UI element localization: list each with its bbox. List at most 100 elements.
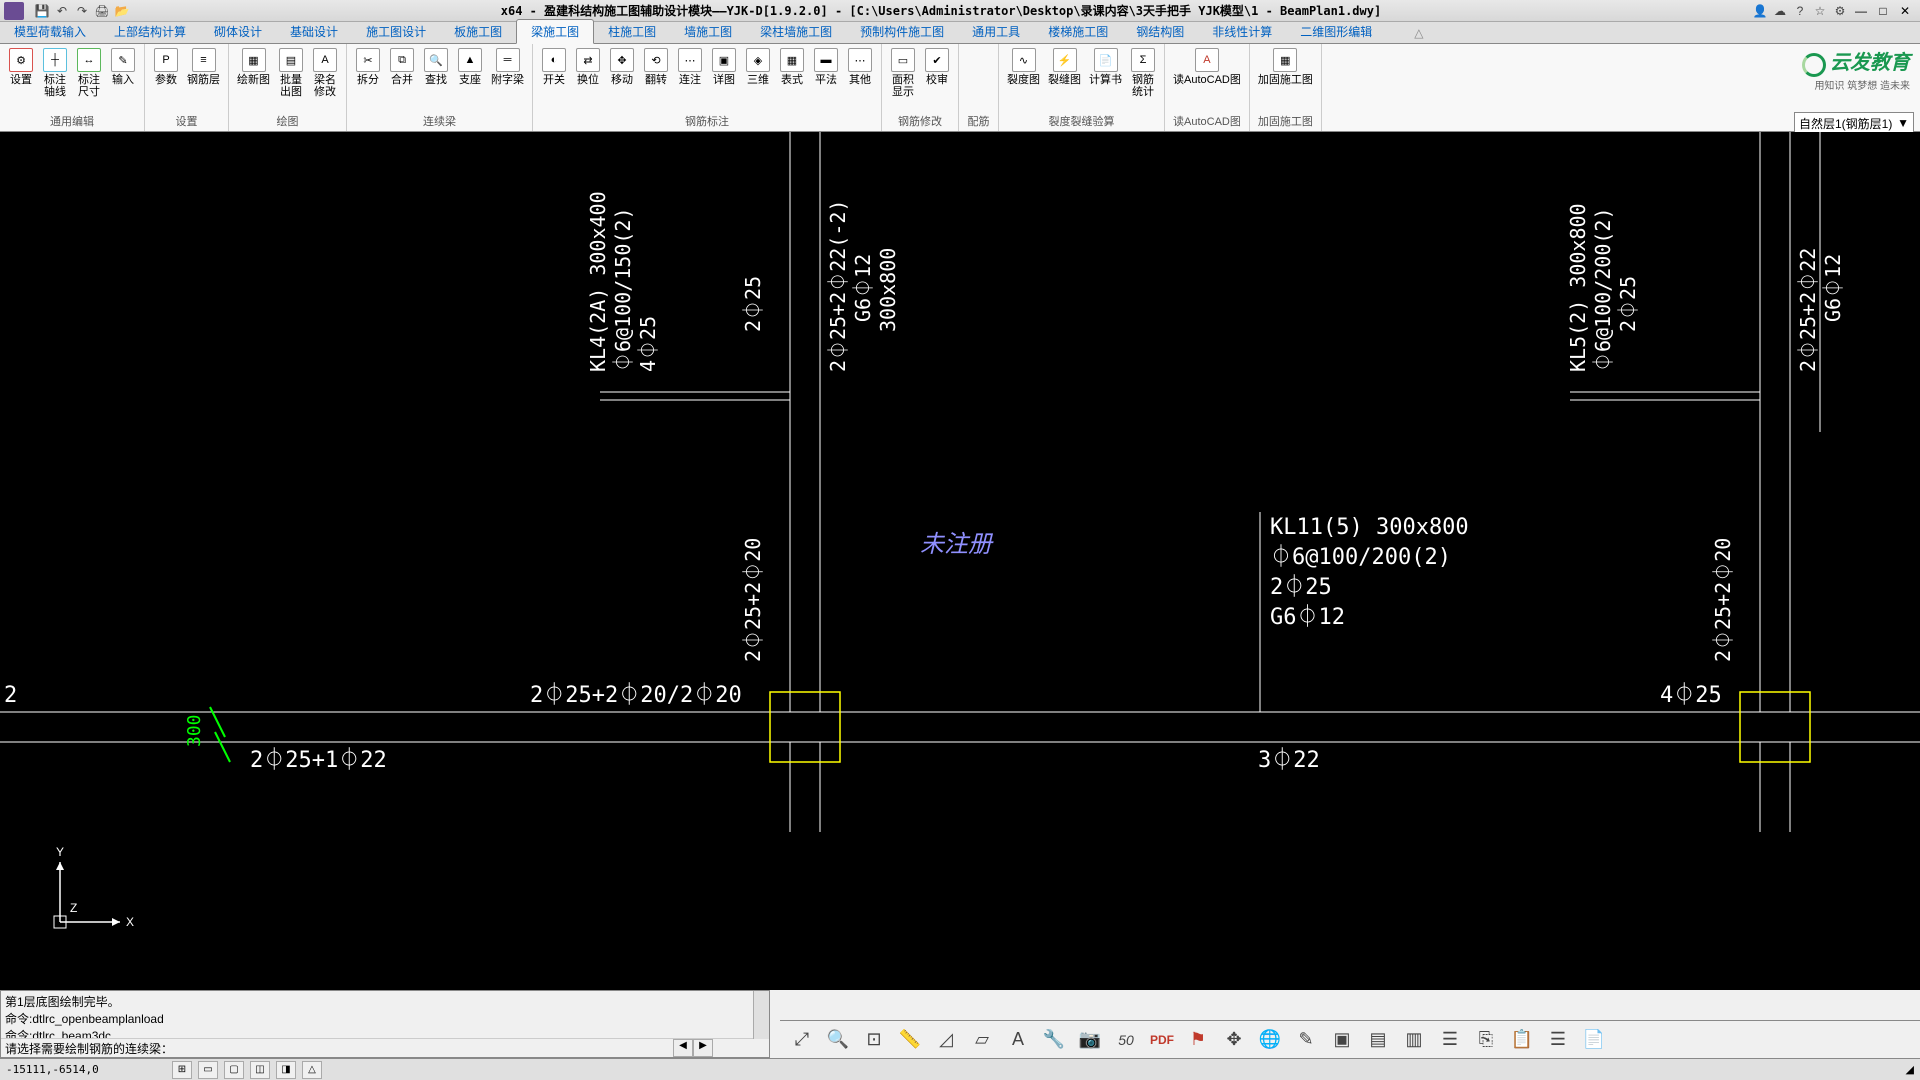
wrench-icon[interactable]: 🔧 xyxy=(1040,1026,1068,1054)
rb-subbeam[interactable]: ═附字梁 xyxy=(487,46,528,88)
rb-merge[interactable]: ⧉合并 xyxy=(385,46,419,88)
rb-table[interactable]: ▦表式 xyxy=(775,46,809,88)
rb-rename[interactable]: A梁名 修改 xyxy=(308,46,342,100)
save-icon[interactable]: 💾 xyxy=(34,3,50,19)
rb-defl[interactable]: ∿裂度图 xyxy=(1003,46,1044,88)
tab-2[interactable]: 砌体设计 xyxy=(200,20,276,43)
list-icon[interactable]: ☰ xyxy=(1544,1026,1572,1054)
tab-5[interactable]: 板施工图 xyxy=(440,20,516,43)
zoom-extents-icon[interactable]: ⤢ xyxy=(788,1026,816,1054)
rb-check[interactable]: ✔校审 xyxy=(920,46,954,88)
pencil-icon[interactable]: ✎ xyxy=(1292,1026,1320,1054)
rb-detail[interactable]: ▣详图 xyxy=(707,46,741,88)
close-button[interactable]: ✕ xyxy=(1896,3,1914,19)
layer1-icon[interactable]: ▣ xyxy=(1328,1026,1356,1054)
maximize-button[interactable]: □ xyxy=(1874,3,1892,19)
tab-1[interactable]: 上部结构计算 xyxy=(100,20,200,43)
tab-4[interactable]: 施工图设计 xyxy=(352,20,440,43)
minimize-button[interactable]: — xyxy=(1852,3,1870,19)
svg-text:G6⏀12: G6⏀12 xyxy=(1270,604,1345,630)
rb-input[interactable]: ✎输入 xyxy=(106,46,140,88)
measure-area-icon[interactable]: ▱ xyxy=(968,1026,996,1054)
rb-dim[interactable]: ↔标注 尺寸 xyxy=(72,46,106,100)
undo-icon[interactable]: ↶ xyxy=(54,3,70,19)
cmdlog-vscroll[interactable] xyxy=(753,991,769,1039)
layer3-icon[interactable]: ▥ xyxy=(1400,1026,1428,1054)
tab-10[interactable]: 预制构件施工图 xyxy=(846,20,958,43)
cmdlog-hscroll[interactable]: ◀▶ xyxy=(673,1039,753,1057)
tab-15[interactable]: 二维图形编辑 xyxy=(1286,20,1386,43)
layer2-icon[interactable]: ▤ xyxy=(1364,1026,1392,1054)
rb-area[interactable]: ▭面积 显示 xyxy=(886,46,920,100)
flag-icon[interactable]: ⚑ xyxy=(1184,1026,1212,1054)
text-tool-icon[interactable]: A xyxy=(1004,1026,1032,1054)
rb-toggle[interactable]: ◐开关 xyxy=(537,46,571,88)
resize-grip[interactable]: ◢ xyxy=(1906,1063,1914,1076)
rb-calc[interactable]: 📄计算书 xyxy=(1085,46,1126,88)
zoom-in-icon[interactable]: 🔍 xyxy=(824,1026,852,1054)
measure-dist-icon[interactable]: 📏 xyxy=(896,1026,924,1054)
open-icon[interactable]: 📂 xyxy=(114,3,130,19)
gear-icon[interactable]: ⚙ xyxy=(1832,3,1848,19)
rb-cont[interactable]: ⋯连注 xyxy=(673,46,707,88)
rb-flip[interactable]: ⟲翻转 xyxy=(639,46,673,88)
camera-icon[interactable]: 📷 xyxy=(1076,1026,1104,1054)
rb-params[interactable]: P参数 xyxy=(149,46,183,88)
measure-angle-icon[interactable]: ◿ xyxy=(932,1026,960,1054)
snap-btn-0[interactable]: ⊞ xyxy=(172,1061,192,1079)
snap-btn-3[interactable]: ◫ xyxy=(250,1061,270,1079)
tab-9[interactable]: 梁柱墙施工图 xyxy=(746,20,846,43)
doc-icon[interactable]: 📄 xyxy=(1580,1026,1608,1054)
move-xy-icon[interactable]: ✥ xyxy=(1220,1026,1248,1054)
snap-btn-5[interactable]: △ xyxy=(302,1061,322,1079)
tab-0[interactable]: 模型荷载输入 xyxy=(0,20,100,43)
layers-icon[interactable]: ☰ xyxy=(1436,1026,1464,1054)
svg-text:⏀6@100/200(2): ⏀6@100/200(2) xyxy=(1591,208,1615,373)
rb-swap[interactable]: ⇄换位 xyxy=(571,46,605,88)
tab-8[interactable]: 墙施工图 xyxy=(670,20,746,43)
rb-axis[interactable]: ┼标注 轴线 xyxy=(38,46,72,100)
globe-icon[interactable]: 🌐 xyxy=(1256,1026,1284,1054)
tab-14[interactable]: 非线性计算 xyxy=(1198,20,1286,43)
rb-reinforce[interactable]: ▦加固施工图 xyxy=(1254,46,1317,88)
print-icon[interactable]: 🖨 xyxy=(94,3,110,19)
pdf-icon[interactable]: PDF xyxy=(1148,1026,1176,1054)
snap-btn-4[interactable]: ◨ xyxy=(276,1061,296,1079)
menu-tabs: 模型荷载输入 上部结构计算 砌体设计 基础设计 施工图设计 板施工图 梁施工图 … xyxy=(0,22,1920,44)
tab-12[interactable]: 楼梯施工图 xyxy=(1034,20,1122,43)
ribbon-collapse[interactable]: △ xyxy=(1406,23,1431,43)
redo-icon[interactable]: ↷ xyxy=(74,3,90,19)
star-icon[interactable]: ☆ xyxy=(1812,3,1828,19)
rb-rebar-layer[interactable]: ≡钢筋层 xyxy=(183,46,224,88)
rb-flat[interactable]: ▬平法 xyxy=(809,46,843,88)
tab-13[interactable]: 钢结构图 xyxy=(1122,20,1198,43)
rb-move[interactable]: ✥移动 xyxy=(605,46,639,88)
paste-icon[interactable]: 📋 xyxy=(1508,1026,1536,1054)
snap-btn-2[interactable]: ▢ xyxy=(224,1061,244,1079)
scale-number[interactable]: 50 xyxy=(1112,1026,1140,1054)
rb-settings[interactable]: ⚙设置 xyxy=(4,46,38,88)
rb-crack[interactable]: ⚡裂缝图 xyxy=(1044,46,1085,88)
rb-3d[interactable]: ◈三维 xyxy=(741,46,775,88)
rb-newdraw[interactable]: ▦绘新图 xyxy=(233,46,274,88)
tab-6[interactable]: 梁施工图 xyxy=(516,19,594,44)
tab-11[interactable]: 通用工具 xyxy=(958,20,1034,43)
cloud-icon[interactable]: ☁ xyxy=(1772,3,1788,19)
rb-acad[interactable]: A读AutoCAD图 xyxy=(1169,46,1245,88)
help-icon[interactable]: ? xyxy=(1792,3,1808,19)
rb-support[interactable]: ▲支座 xyxy=(453,46,487,88)
rb-split[interactable]: ✂拆分 xyxy=(351,46,385,88)
floor-selector[interactable]: 自然层1(钢筋层1) ▼ xyxy=(1794,112,1914,134)
drawing-canvas[interactable]: 300 2 KL4(2A) 300x400 ⏀6@100/150(2) 4⏀25… xyxy=(0,132,1920,990)
copy-icon[interactable]: ⎘ xyxy=(1472,1026,1500,1054)
rb-other[interactable]: ⋯其他 xyxy=(843,46,877,88)
rb-stat[interactable]: Σ钢筋 统计 xyxy=(1126,46,1160,100)
rb-find[interactable]: 🔍查找 xyxy=(419,46,453,88)
rb-batch[interactable]: ▤批量 出图 xyxy=(274,46,308,100)
brand-logo: 云发教育 用知识 筑梦想 造未来 xyxy=(1720,46,1910,92)
zoom-window-icon[interactable]: ⊡ xyxy=(860,1026,888,1054)
tab-3[interactable]: 基础设计 xyxy=(276,20,352,43)
snap-btn-1[interactable]: ▭ xyxy=(198,1061,218,1079)
user-icon[interactable]: 👤 xyxy=(1752,3,1768,19)
tab-7[interactable]: 柱施工图 xyxy=(594,20,670,43)
